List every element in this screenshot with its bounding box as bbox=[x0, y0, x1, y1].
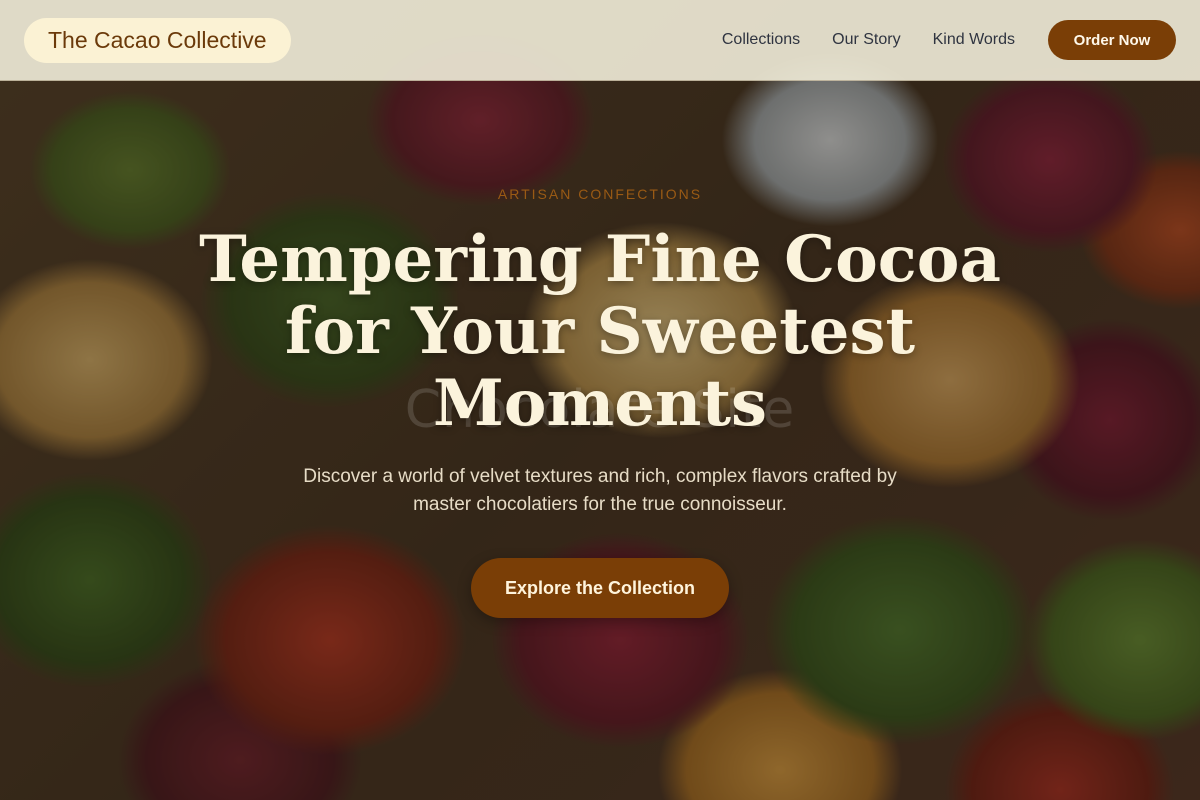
hero-headline-line-1: Tempering Fine Cocoa bbox=[199, 222, 1001, 297]
nav-link-kind-words[interactable]: Kind Words bbox=[933, 31, 1015, 49]
main-nav: Collections Our Story Kind Words Order N… bbox=[722, 20, 1176, 60]
hero-eyebrow: Artisan Confections bbox=[497, 186, 703, 202]
hero-headline-line-2: for Your Sweetest bbox=[284, 294, 916, 369]
nav-link-collections[interactable]: Collections bbox=[722, 31, 800, 49]
nav-link-our-story[interactable]: Our Story bbox=[832, 31, 900, 49]
explore-collection-button[interactable]: Explore the Collection bbox=[471, 558, 729, 618]
hero-headline: Tempering Fine Cocoa for Your Sweetest M… bbox=[150, 224, 1050, 440]
brand-logo[interactable]: The Cacao Collective bbox=[24, 17, 291, 63]
site-header: The Cacao Collective Collections Our Sto… bbox=[0, 0, 1200, 81]
order-now-button[interactable]: Order Now bbox=[1048, 20, 1176, 60]
hero-headline-line-3: Moments bbox=[432, 366, 768, 441]
hero-subtext: Discover a world of velvet textures and … bbox=[303, 466, 897, 515]
